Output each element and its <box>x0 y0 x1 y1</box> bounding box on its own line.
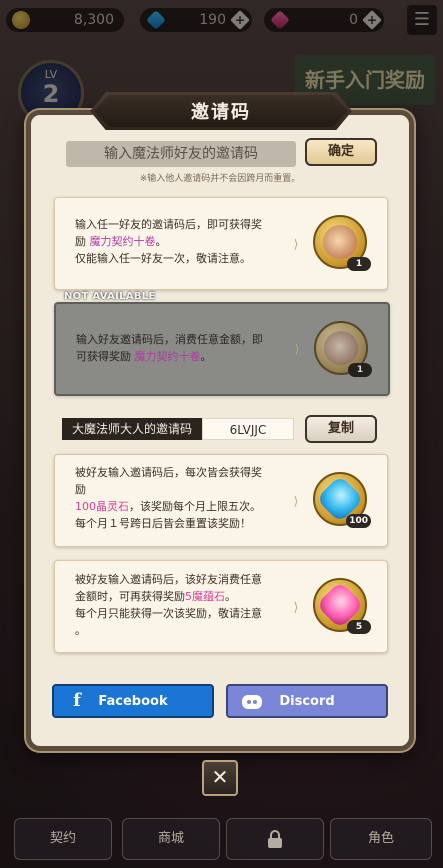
reward-card-purchase-bonus: 输入好友邀请码后，消费任意金额，即 可获得奖励 魔力契约十卷。 ⟩ 1 <box>54 302 390 396</box>
not-available-label: NOT AVAILABLE <box>64 291 156 302</box>
reward-description: 输入好友邀请码后，消费任意金额，即 可获得奖励 魔力契约十卷。 <box>76 333 263 363</box>
dialog-title: 邀请码 <box>191 102 251 123</box>
pink-crystal-icon: 5 <box>313 578 371 634</box>
reward-count: 1 <box>347 257 371 271</box>
facebook-icon: f <box>73 690 81 711</box>
bottom-nav: 契约 商城 角色 <box>0 818 443 868</box>
reward-description: 输入任一好友的邀请码后，即可获得奖 励 魔力契约十卷。 仅能输入任一好友一次，敬… <box>75 218 262 265</box>
nav-contract[interactable]: 契约 <box>14 818 112 860</box>
reward-count: 1 <box>348 363 372 377</box>
invite-code-input[interactable] <box>66 141 296 167</box>
reset-note: ※输入他人邀请码并不会因跨月而重置。 <box>139 174 301 184</box>
nav-locked[interactable] <box>226 818 324 860</box>
confirm-button[interactable]: 确定 <box>305 138 377 166</box>
divider-ornament: ⟩ <box>293 493 299 508</box>
nav-shop[interactable]: 商城 <box>122 818 220 860</box>
dialog-title-plate: 邀请码 <box>90 92 352 130</box>
reward-description: 被好友输入邀请码后，该好友消费任意 金额时，可再获得奖励5魔蕴石。 每个月只能获… <box>75 573 262 637</box>
contract-scroll-icon: 1 <box>314 321 372 377</box>
reward-count: 100 <box>346 514 371 528</box>
reward-card-enter-code: 输入任一好友的邀请码后，即可获得奖 励 魔力契约十卷。 仅能输入任一好友一次，敬… <box>54 197 388 290</box>
contract-scroll-icon: 1 <box>313 215 371 271</box>
discord-icon <box>242 695 262 709</box>
facebook-share-button[interactable]: f Facebook <box>52 684 214 718</box>
facebook-label: Facebook <box>98 693 168 709</box>
reward-description: 被好友输入邀请码后，每次皆会获得奖 励 100晶灵石，该奖励每个月上限五次。 每… <box>75 466 262 530</box>
reward-card-friend-purchase: 被好友输入邀请码后，该好友消费任意 金额时，可再获得奖励5魔蕴石。 每个月只能获… <box>54 560 388 653</box>
divider-ornament: ⟩ <box>294 342 300 356</box>
copy-button[interactable]: 复制 <box>305 415 377 443</box>
blue-gem-icon: 100 <box>313 472 371 528</box>
own-code-label: 大魔法师大人的邀请码 <box>62 418 202 440</box>
nav-character[interactable]: 角色 <box>330 818 432 860</box>
reward-card-friend-entered: 被好友输入邀请码后，每次皆会获得奖 励 100晶灵石，该奖励每个月上限五次。 每… <box>54 454 388 547</box>
lock-icon <box>268 830 282 848</box>
reward-count: 5 <box>347 620 371 634</box>
own-invite-code: 6LVJJC <box>202 418 294 440</box>
discord-share-button[interactable]: Discord <box>226 684 388 718</box>
divider-ornament: ⟩ <box>293 236 299 251</box>
close-button[interactable]: ✕ <box>202 760 238 796</box>
discord-label: Discord <box>279 693 335 709</box>
divider-ornament: ⟩ <box>293 599 299 614</box>
